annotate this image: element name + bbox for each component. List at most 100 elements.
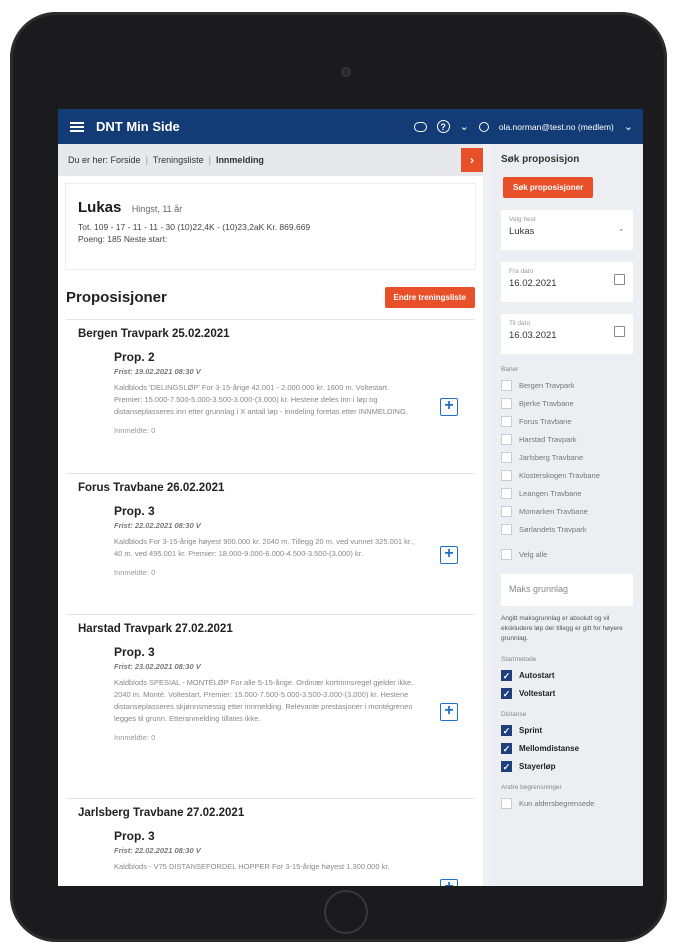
race-title: Bergen Travpark 25.02.2021 bbox=[78, 328, 230, 340]
max-basis-input[interactable]: Maks grunnlag bbox=[501, 574, 633, 606]
race-card: Jarlsberg Travbane 27.02.2021 Prop. 3 Fr… bbox=[66, 798, 475, 886]
track-label: Sørlandets Travpark bbox=[519, 525, 587, 534]
proposition-name: Prop. 3 bbox=[114, 645, 155, 659]
horse-stats: Tot. 109 - 17 - 11 - 11 - 30 (10)22,4K -… bbox=[78, 222, 311, 232]
breadcrumb-forside[interactable]: Forside bbox=[111, 155, 141, 165]
from-date-label: Fra dato bbox=[509, 268, 534, 275]
help-icon[interactable]: ? bbox=[436, 120, 450, 133]
horse-select-value: Lukas bbox=[509, 226, 535, 237]
propositions-header: Proposisjoner Endre treningsliste bbox=[66, 282, 475, 312]
chat-icon[interactable] bbox=[413, 121, 427, 132]
track-checkbox[interactable]: Bergen Travpark bbox=[501, 380, 633, 391]
proposition-deadline: Frist: 23.02.2021 08:30 V bbox=[114, 662, 201, 671]
distance-checkbox[interactable]: ✓ Mellomdistanse bbox=[501, 743, 633, 754]
chevron-down-icon[interactable]: ⌄ bbox=[624, 120, 633, 133]
track-checkbox[interactable]: Forus Travbane bbox=[501, 416, 633, 427]
other-limit-checkbox[interactable]: Kun aldersbegrensede bbox=[501, 798, 633, 809]
track-label: Leangen Travbane bbox=[519, 489, 582, 498]
edit-training-list-button[interactable]: Endre treningsliste bbox=[384, 286, 475, 308]
checkbox[interactable] bbox=[501, 452, 512, 463]
proposition-deadline: Frist: 22.02.2021 08:30 V bbox=[114, 846, 201, 855]
distance-checkbox[interactable]: ✓ Sprint bbox=[501, 725, 633, 736]
checkbox[interactable] bbox=[501, 524, 512, 535]
camera-icon bbox=[341, 67, 351, 77]
track-checkbox[interactable]: Bjerke Travbane bbox=[501, 398, 633, 409]
chevron-down-icon: ⌄ bbox=[617, 223, 625, 233]
track-checkbox[interactable]: Klosterskogen Travbane bbox=[501, 470, 633, 481]
chevron-down-icon[interactable]: ⌄ bbox=[460, 120, 469, 133]
add-entry-button[interactable]: + bbox=[440, 879, 458, 886]
horse-meta: Hingst, 11 år bbox=[131, 204, 183, 214]
race-card: Forus Travbane 26.02.2021 Prop. 3 Frist:… bbox=[66, 473, 475, 605]
sidebar-title: Søk proposisjon bbox=[501, 154, 580, 165]
track-checkbox[interactable]: Momarken Travbane bbox=[501, 506, 633, 517]
search-propositions-button[interactable]: Søk proposisjoner bbox=[503, 177, 594, 198]
select-all-checkbox[interactable]: Velg alle bbox=[501, 549, 633, 560]
start-method-checkbox[interactable]: ✓ Autostart bbox=[501, 670, 633, 681]
distance-checkbox[interactable]: ✓ Stayerløp bbox=[501, 761, 633, 772]
proposition-name: Prop. 3 bbox=[114, 504, 155, 518]
checkbox[interactable] bbox=[501, 470, 512, 481]
horse-select-label: Velg hest bbox=[509, 216, 536, 223]
breadcrumb-prefix: Du er her: bbox=[68, 155, 109, 165]
user-menu[interactable]: ola.norman@test.no (medlem) bbox=[499, 122, 614, 132]
checkbox-checked[interactable]: ✓ bbox=[501, 743, 512, 754]
add-entry-button[interactable]: + bbox=[440, 546, 458, 564]
calendar-icon[interactable] bbox=[614, 326, 625, 337]
checkbox[interactable] bbox=[501, 798, 512, 809]
entries-count: Innmeldte: 0 bbox=[114, 426, 156, 435]
checkbox-checked[interactable]: ✓ bbox=[501, 761, 512, 772]
calendar-icon[interactable] bbox=[614, 274, 625, 285]
entries-count: Innmeldte: 0 bbox=[114, 568, 156, 577]
horse-points: Poeng: 185 Neste start: bbox=[78, 234, 168, 244]
tracks-label: Baner bbox=[501, 366, 519, 373]
sidebar-toggle-button[interactable]: › bbox=[461, 148, 483, 172]
to-date-label: Til dato bbox=[509, 320, 531, 327]
track-checkbox[interactable]: Jarlsberg Travbane bbox=[501, 452, 633, 463]
race-title: Jarlsberg Travbane 27.02.2021 bbox=[78, 807, 245, 819]
race-title: Forus Travbane 26.02.2021 bbox=[78, 482, 225, 494]
checkbox-checked[interactable]: ✓ bbox=[501, 670, 512, 681]
track-label: Jarlsberg Travbane bbox=[519, 453, 584, 462]
main-content: Du er her: Forside | Treningsliste | Inn… bbox=[58, 144, 483, 886]
track-label: Momarken Travbane bbox=[519, 507, 588, 516]
checkbox-checked[interactable]: ✓ bbox=[501, 725, 512, 736]
from-date-value: 16.02.2021 bbox=[509, 278, 557, 289]
distance-label-text: Stayerløp bbox=[519, 762, 556, 771]
from-date-field[interactable]: Fra dato 16.02.2021 bbox=[501, 262, 633, 302]
proposition-name: Prop. 3 bbox=[114, 829, 155, 843]
race-card: Harstad Travpark 27.02.2021 Prop. 3 Fris… bbox=[66, 614, 475, 789]
checkbox[interactable] bbox=[501, 398, 512, 409]
add-entry-button[interactable]: + bbox=[440, 703, 458, 721]
checkbox[interactable] bbox=[501, 549, 512, 560]
select-all-label: Velg alle bbox=[519, 550, 548, 559]
start-method-checkbox[interactable]: ✓ Voltestart bbox=[501, 688, 633, 699]
track-checkbox[interactable]: Harstad Travpark bbox=[501, 434, 633, 445]
checkbox-checked[interactable]: ✓ bbox=[501, 688, 512, 699]
checkbox[interactable] bbox=[501, 506, 512, 517]
checkbox[interactable] bbox=[501, 434, 512, 445]
to-date-field[interactable]: Til dato 16.03.2021 bbox=[501, 314, 633, 354]
entries-count: Innmeldte: 0 bbox=[114, 733, 156, 742]
track-checkbox[interactable]: Sørlandets Travpark bbox=[501, 524, 633, 535]
horse-select[interactable]: Velg hest Lukas ⌄ bbox=[501, 210, 633, 250]
proposition-description: Kaldblods For 3-15-årige høyest 900.000 … bbox=[114, 537, 415, 558]
track-checkbox[interactable]: Leangen Travbane bbox=[501, 488, 633, 499]
track-label: Harstad Travpark bbox=[519, 435, 577, 444]
checkbox[interactable] bbox=[501, 488, 512, 499]
app-title: DNT Min Side bbox=[96, 119, 180, 134]
race-card: Bergen Travpark 25.02.2021 Prop. 2 Frist… bbox=[66, 319, 475, 465]
add-entry-button[interactable]: + bbox=[440, 398, 458, 416]
distance-label: Distanse bbox=[501, 711, 527, 718]
breadcrumb-treningsliste[interactable]: Treningsliste bbox=[153, 155, 204, 165]
propositions-title: Proposisjoner bbox=[66, 288, 167, 306]
user-icon bbox=[478, 121, 489, 132]
start-method-label-text: Autostart bbox=[519, 671, 555, 680]
menu-icon[interactable] bbox=[70, 120, 84, 134]
checkbox[interactable] bbox=[501, 416, 512, 427]
tablet-frame: DNT Min Side ? ⌄ ola.norman@test.no (med… bbox=[10, 12, 667, 942]
checkbox[interactable] bbox=[501, 380, 512, 391]
proposition-name: Prop. 2 bbox=[114, 350, 155, 364]
home-button[interactable] bbox=[324, 890, 368, 934]
proposition-description: Kaldblods - V75 DISTANSEFORDEL HOPPER Fo… bbox=[114, 862, 390, 871]
